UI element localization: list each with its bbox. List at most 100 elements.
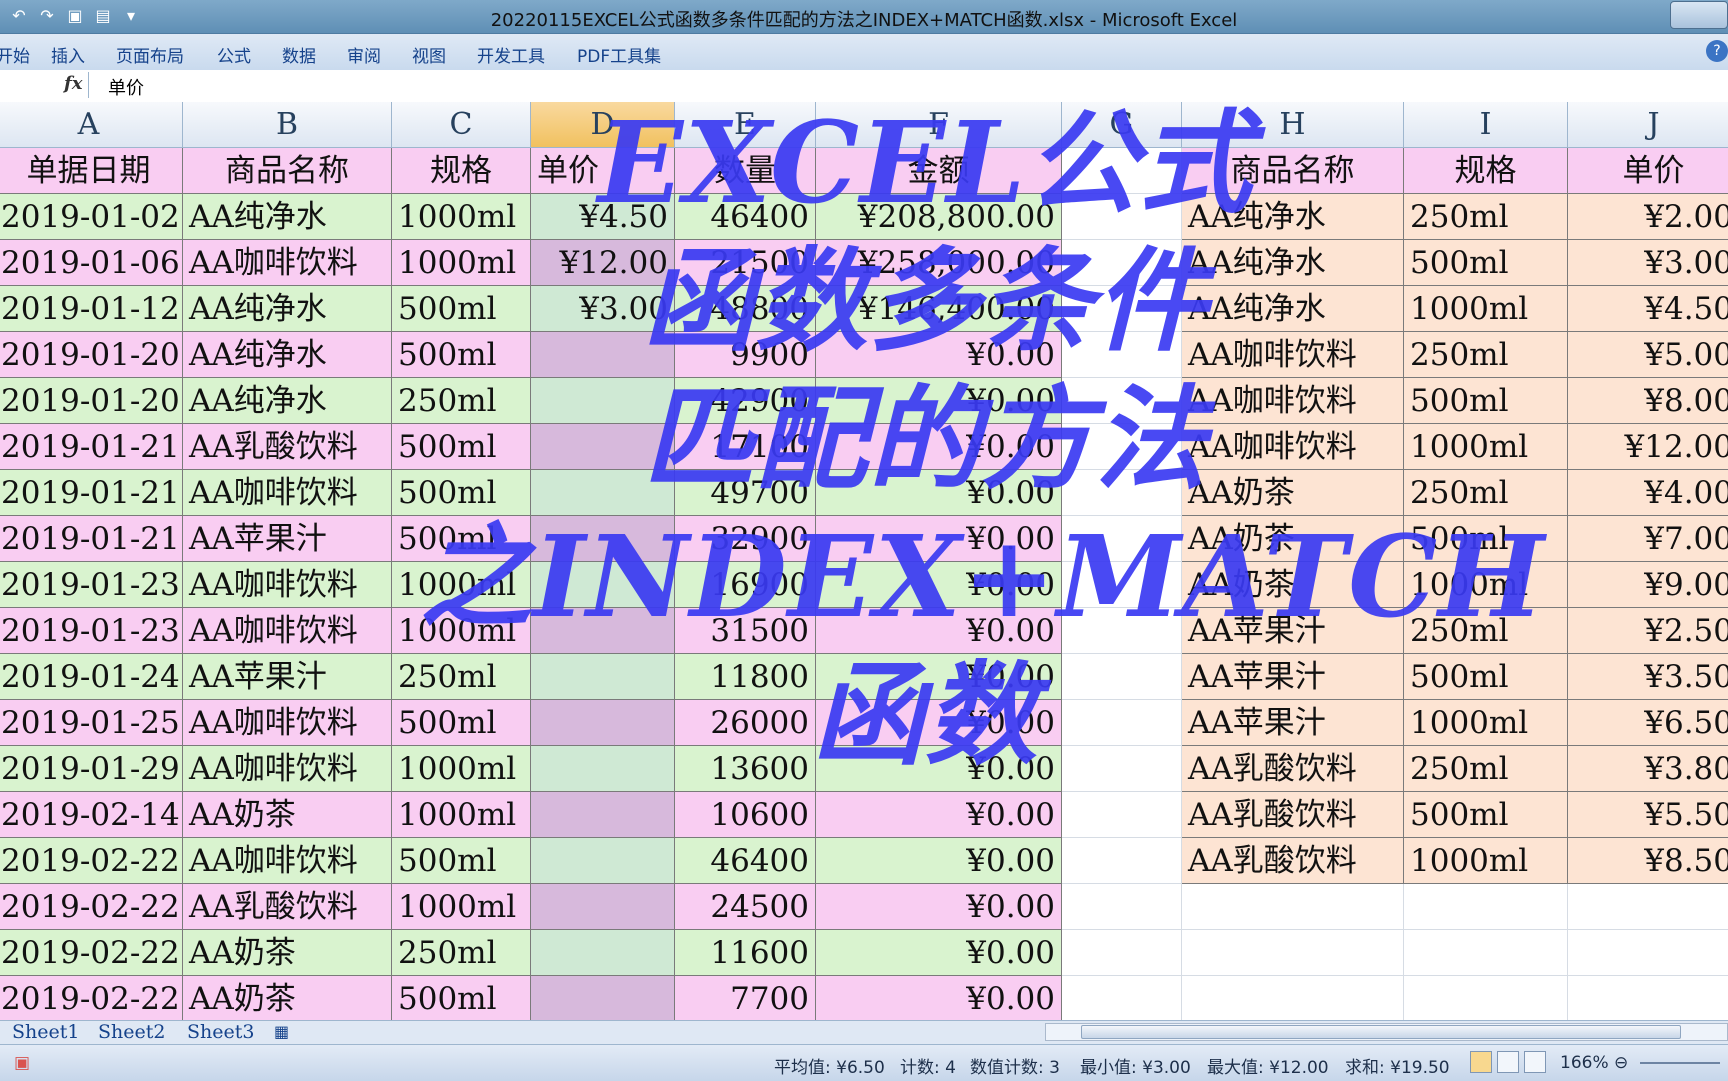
table-cell[interactable]: 2019-02-22 (0, 976, 183, 1020)
lookup-cell[interactable]: AA苹果汁 (1182, 608, 1404, 654)
zoom-slider[interactable] (1640, 1062, 1720, 1064)
table-cell[interactable]: ¥258,000.00 (816, 240, 1062, 286)
table-cell[interactable]: 500ml (392, 332, 531, 378)
page-layout-view-button[interactable] (1497, 1051, 1519, 1073)
table-cell[interactable]: 21500 (675, 240, 816, 286)
column-header-j[interactable]: J (1568, 102, 1728, 148)
table-cell[interactable] (531, 930, 675, 976)
tab-formulas[interactable]: 公式 (217, 42, 251, 67)
table-cell[interactable]: 2019-01-20 (0, 378, 183, 424)
table-cell[interactable]: 2019-02-14 (0, 792, 183, 838)
table-cell[interactable] (531, 792, 675, 838)
table-cell[interactable]: AA奶茶 (183, 792, 392, 838)
lookup-cell[interactable]: 1000ml (1404, 424, 1568, 470)
table-cell[interactable]: 2019-01-23 (0, 562, 183, 608)
empty-cell[interactable] (1568, 976, 1728, 1020)
table-cell[interactable] (531, 746, 675, 792)
lookup-cell[interactable]: 500ml (1404, 654, 1568, 700)
empty-cell[interactable] (1062, 424, 1182, 470)
table-cell[interactable]: 2019-01-25 (0, 700, 183, 746)
table-cell[interactable]: 2019-01-06 (0, 240, 183, 286)
scrollbar-thumb[interactable] (1081, 1025, 1681, 1039)
table-cell[interactable]: AA乳酸饮料 (183, 884, 392, 930)
table-cell[interactable]: 9900 (675, 332, 816, 378)
empty-cell[interactable] (1062, 378, 1182, 424)
table-cell[interactable]: ¥3.00 (531, 286, 675, 332)
table-cell[interactable]: AA咖啡饮料 (183, 700, 392, 746)
table-cell[interactable]: AA咖啡饮料 (183, 608, 392, 654)
table-cell[interactable]: 500ml (392, 700, 531, 746)
table-cell[interactable]: 42900 (675, 378, 816, 424)
table-cell[interactable]: 500ml (392, 286, 531, 332)
lookup-cell[interactable]: AA苹果汁 (1182, 654, 1404, 700)
table-cell[interactable] (531, 424, 675, 470)
empty-cell[interactable] (1062, 746, 1182, 792)
empty-cell[interactable] (1062, 286, 1182, 332)
table-cell[interactable]: 1000ml (392, 608, 531, 654)
table-cell[interactable]: 2019-02-22 (0, 930, 183, 976)
table-cell[interactable]: 2019-01-29 (0, 746, 183, 792)
column-header-d[interactable]: D (531, 102, 675, 148)
table-cell[interactable]: 1000ml (392, 562, 531, 608)
column-header-g[interactable]: G (1062, 102, 1182, 148)
table-cell[interactable]: ¥0.00 (816, 792, 1062, 838)
lookup-cell[interactable]: 250ml (1404, 332, 1568, 378)
empty-cell[interactable] (1062, 654, 1182, 700)
table-cell[interactable]: 13600 (675, 746, 816, 792)
table-cell[interactable]: AA咖啡饮料 (183, 562, 392, 608)
table-cell[interactable]: 1000ml (392, 884, 531, 930)
table-cell[interactable]: ¥0.00 (816, 424, 1062, 470)
lookup-header-cell[interactable]: 规格 (1404, 148, 1568, 194)
table-cell[interactable]: 32900 (675, 516, 816, 562)
table-cell[interactable]: 10600 (675, 792, 816, 838)
table-cell[interactable]: AA纯净水 (183, 194, 392, 240)
tab-page-layout[interactable]: 页面布局 (116, 42, 184, 67)
horizontal-scrollbar[interactable] (1045, 1023, 1728, 1041)
help-icon[interactable]: ? (1706, 40, 1728, 62)
empty-cell[interactable] (1062, 930, 1182, 976)
table-cell[interactable] (531, 608, 675, 654)
table-cell[interactable]: AA咖啡饮料 (183, 470, 392, 516)
column-header-h[interactable]: H (1182, 102, 1404, 148)
table-header-cell[interactable]: 单据日期 (0, 148, 183, 194)
table-cell[interactable]: ¥0.00 (816, 746, 1062, 792)
empty-cell[interactable] (1404, 976, 1568, 1020)
lookup-cell[interactable]: 250ml (1404, 194, 1568, 240)
table-cell[interactable]: ¥0.00 (816, 516, 1062, 562)
table-cell[interactable]: 7700 (675, 976, 816, 1020)
empty-cell[interactable] (1182, 976, 1404, 1020)
macro-record-icon[interactable]: ▣ (14, 1053, 30, 1073)
empty-cell[interactable] (1062, 194, 1182, 240)
table-cell[interactable]: 500ml (392, 516, 531, 562)
table-cell[interactable]: 26000 (675, 700, 816, 746)
table-cell[interactable] (531, 838, 675, 884)
lookup-cell[interactable]: ¥8.50 (1568, 838, 1728, 884)
table-cell[interactable] (531, 470, 675, 516)
table-cell[interactable]: ¥208,800.00 (816, 194, 1062, 240)
table-cell[interactable]: AA奶茶 (183, 976, 392, 1020)
table-cell[interactable]: 2019-01-21 (0, 470, 183, 516)
worksheet-grid[interactable]: A B C D E F G H I J 单据日期 商品名称 规格 单价 数量 金额 商品名称 规格 单价 2019-0… (0, 102, 1728, 1020)
table-cell[interactable]: AA咖啡饮料 (183, 746, 392, 792)
column-header-a[interactable]: A (0, 102, 183, 148)
empty-cell[interactable] (1404, 884, 1568, 930)
table-header-cell[interactable]: 单价 (531, 148, 675, 194)
table-cell[interactable]: AA纯净水 (183, 332, 392, 378)
empty-cell[interactable] (1062, 792, 1182, 838)
tab-pdf-tools[interactable]: PDF工具集 (577, 42, 661, 67)
column-header-b[interactable]: B (183, 102, 392, 148)
lookup-cell[interactable]: 500ml (1404, 516, 1568, 562)
table-cell[interactable]: 1000ml (392, 746, 531, 792)
table-cell[interactable] (531, 562, 675, 608)
lookup-cell[interactable]: AA乳酸饮料 (1182, 746, 1404, 792)
empty-cell[interactable] (1062, 608, 1182, 654)
lookup-cell[interactable]: ¥3.80 (1568, 746, 1728, 792)
lookup-cell[interactable]: 1000ml (1404, 838, 1568, 884)
empty-cell[interactable] (1062, 516, 1182, 562)
empty-cell[interactable] (1062, 562, 1182, 608)
table-cell[interactable]: 2019-01-02 (0, 194, 183, 240)
lookup-cell[interactable]: 500ml (1404, 378, 1568, 424)
table-cell[interactable] (531, 332, 675, 378)
table-cell[interactable]: 11600 (675, 930, 816, 976)
lookup-header-cell[interactable]: 商品名称 (1182, 148, 1404, 194)
